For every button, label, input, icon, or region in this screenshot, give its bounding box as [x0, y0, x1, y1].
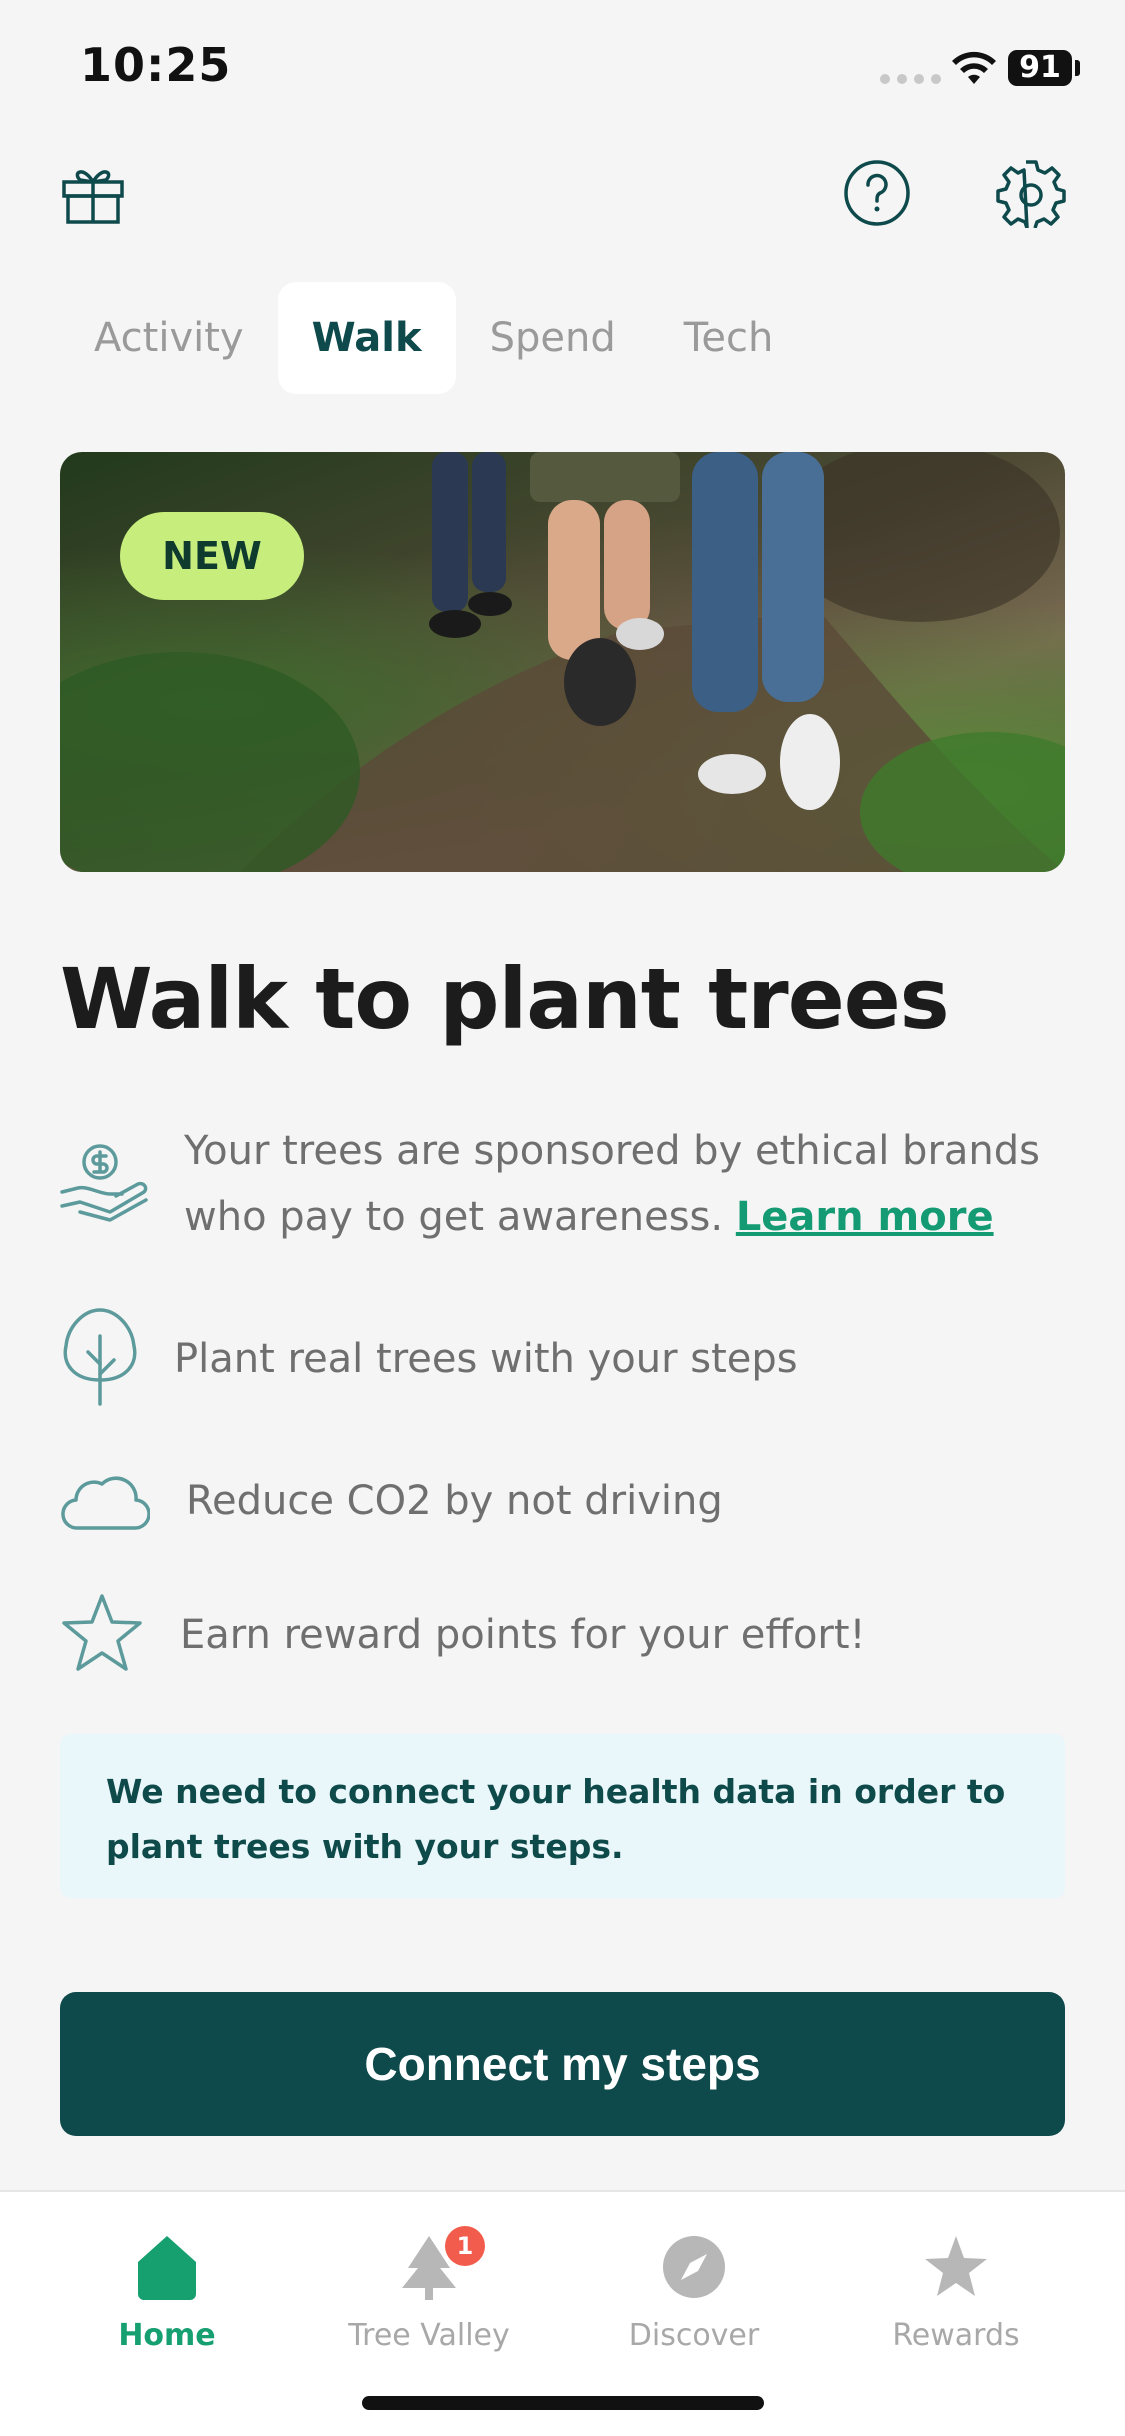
- nav-tree-valley[interactable]: 1 Tree Valley: [319, 2226, 539, 2353]
- tab-spend[interactable]: Spend: [456, 282, 650, 394]
- battery-level: 91: [1008, 50, 1072, 86]
- nav-tree-valley-label: Tree Valley: [348, 2318, 510, 2353]
- feature-sponsored: Your trees are sponsored by ethical bran…: [184, 1118, 1064, 1250]
- feature-plant-trees: Plant real trees with your steps: [174, 1336, 798, 1382]
- connect-steps-button[interactable]: Connect my steps: [60, 1992, 1065, 2136]
- notification-badge: 1: [445, 2226, 485, 2266]
- status-bar: 10:25 91: [0, 0, 1125, 140]
- cellular-signal-icon: [880, 74, 941, 84]
- nav-home-label: Home: [118, 2318, 216, 2353]
- nav-rewards[interactable]: Rewards: [846, 2232, 1066, 2353]
- nav-home[interactable]: Home: [57, 2232, 277, 2353]
- wifi-icon: [952, 51, 996, 84]
- gear-icon[interactable]: [996, 158, 1066, 228]
- feature-reduce-co2: Reduce CO2 by not driving: [186, 1478, 723, 1524]
- tab-activity[interactable]: Activity: [60, 282, 278, 394]
- home-icon: [138, 2236, 196, 2300]
- cloud-icon: [61, 1476, 150, 1530]
- nav-discover-label: Discover: [628, 2318, 760, 2353]
- hand-coin-icon: [60, 1144, 148, 1222]
- nav-discover[interactable]: Discover: [584, 2232, 804, 2353]
- page-title: Walk to plant trees: [60, 950, 950, 1048]
- gift-icon[interactable]: [60, 160, 126, 226]
- category-tabs: Activity Walk Spend Tech: [60, 282, 807, 394]
- tab-tech[interactable]: Tech: [650, 282, 808, 394]
- status-time: 10:25: [80, 38, 232, 92]
- home-indicator: [362, 2396, 764, 2410]
- tab-walk[interactable]: Walk: [277, 282, 456, 394]
- new-badge: NEW: [120, 512, 304, 600]
- feature-reward-points: Earn reward points for your effort!: [180, 1612, 866, 1658]
- tree-icon: [63, 1308, 137, 1406]
- help-icon[interactable]: [842, 158, 912, 228]
- health-data-notice: We need to connect your health data in o…: [60, 1734, 1065, 1898]
- battery-tip: [1075, 60, 1080, 76]
- star-icon: [925, 2236, 987, 2296]
- star-icon: [62, 1594, 142, 1671]
- nav-rewards-label: Rewards: [892, 2318, 1020, 2353]
- learn-more-link[interactable]: Learn more: [736, 1194, 994, 1240]
- compass-icon: [663, 2236, 725, 2298]
